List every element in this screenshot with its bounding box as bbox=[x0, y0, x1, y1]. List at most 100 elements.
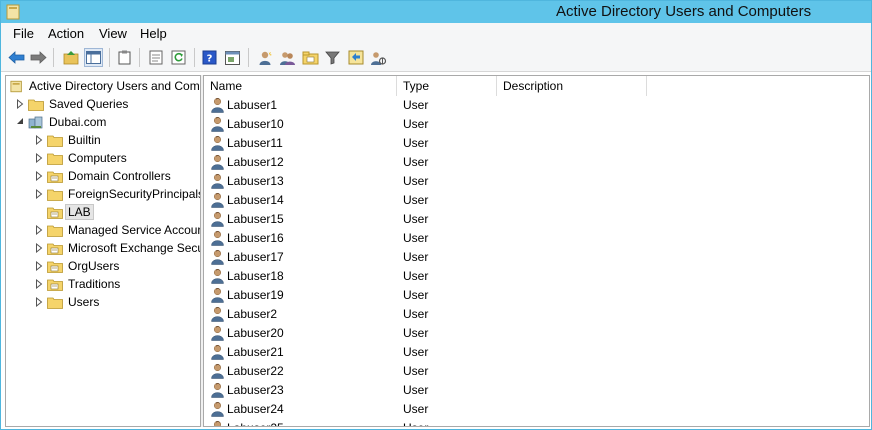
list-item[interactable]: Labuser21 User bbox=[204, 343, 864, 362]
console-icon[interactable] bbox=[223, 48, 242, 67]
details-list[interactable]: Name Type Description Labuser1 User Labuse… bbox=[204, 75, 870, 427]
user-icon bbox=[211, 306, 224, 322]
forward-arrow-icon[interactable] bbox=[29, 48, 48, 67]
tree-item[interactable]: Traditions bbox=[47, 275, 120, 293]
tree-expand-arrow-icon[interactable] bbox=[35, 224, 43, 236]
column-header-name[interactable]: Name bbox=[204, 76, 397, 96]
list-item[interactable]: Labuser15 User bbox=[204, 210, 864, 229]
list-item[interactable]: Labuser24 User bbox=[204, 400, 864, 419]
user-icon bbox=[211, 382, 224, 398]
object-type: User bbox=[403, 136, 429, 150]
new-group-icon[interactable] bbox=[278, 48, 297, 67]
ou-folder-icon bbox=[47, 207, 63, 219]
menu-bar: File Action View Help bbox=[1, 23, 871, 43]
tree-item[interactable]: Computers bbox=[47, 149, 127, 167]
domain-icon bbox=[28, 116, 43, 128]
console-tree[interactable]: Active Directory Users and Com Saved Que… bbox=[5, 75, 200, 427]
list-item[interactable]: Labuser20 User bbox=[204, 324, 864, 343]
tree-item[interactable]: Managed Service Accour bbox=[47, 221, 200, 239]
list-item[interactable]: Labuser16 User bbox=[204, 229, 864, 248]
tree-item[interactable]: Saved Queries bbox=[28, 95, 128, 113]
column-header-type[interactable]: Type bbox=[397, 76, 497, 96]
help-icon[interactable]: ? bbox=[200, 48, 219, 67]
list-item[interactable]: Labuser2 User bbox=[204, 305, 864, 324]
add-to-group-icon[interactable] bbox=[346, 48, 365, 67]
list-item[interactable]: Labuser22 User bbox=[204, 362, 864, 381]
properties-icon[interactable] bbox=[146, 48, 165, 67]
show-hide-tree-icon[interactable] bbox=[84, 48, 103, 67]
folder-icon bbox=[28, 99, 44, 111]
list-item[interactable]: Labuser10 User bbox=[204, 115, 864, 134]
menu-action[interactable]: Action bbox=[48, 26, 84, 41]
tree-expand-arrow-icon[interactable] bbox=[16, 98, 24, 110]
new-ou-icon[interactable] bbox=[301, 48, 320, 67]
ou-folder-icon bbox=[47, 279, 63, 291]
tree-item-label: OrgUsers bbox=[68, 259, 120, 273]
list-item[interactable]: Labuser13 User bbox=[204, 172, 864, 191]
object-type: User bbox=[403, 402, 429, 416]
ou-folder-icon bbox=[47, 261, 63, 273]
new-user-icon[interactable] bbox=[255, 48, 274, 67]
user-name: Labuser15 bbox=[227, 212, 284, 226]
window-title: Active Directory Users and Computers bbox=[556, 3, 812, 20]
list-item[interactable]: Labuser25 User bbox=[204, 419, 864, 426]
object-type: User bbox=[403, 269, 429, 283]
user-name: Labuser17 bbox=[227, 250, 284, 264]
folder-icon bbox=[47, 189, 63, 201]
tree-item-label: ForeignSecurityPrincipals bbox=[68, 187, 200, 201]
tree-item[interactable]: LAB bbox=[47, 203, 94, 221]
tree-item[interactable]: OrgUsers bbox=[47, 257, 119, 275]
user-icon bbox=[211, 135, 224, 151]
delegate-icon[interactable] bbox=[369, 48, 388, 67]
snapin-icon bbox=[10, 80, 22, 92]
menu-view[interactable]: View bbox=[99, 26, 127, 41]
tree-item[interactable]: Domain Controllers bbox=[47, 167, 171, 185]
tree-item-label: Saved Queries bbox=[49, 97, 129, 111]
object-type: User bbox=[403, 288, 429, 302]
tree-item[interactable]: Users bbox=[47, 293, 99, 311]
tree-expand-arrow-icon[interactable] bbox=[35, 296, 43, 308]
filter-icon[interactable] bbox=[323, 48, 342, 67]
tree-expand-arrow-icon[interactable] bbox=[35, 260, 43, 272]
clipboard-icon[interactable] bbox=[115, 48, 134, 67]
refresh-icon[interactable] bbox=[169, 48, 188, 67]
tree-item-label: Domain Controllers bbox=[68, 169, 171, 183]
back-arrow-icon[interactable] bbox=[7, 48, 26, 67]
title-bar[interactable]: Active Directory Users and Computers bbox=[1, 1, 871, 23]
menu-file[interactable]: File bbox=[13, 26, 34, 41]
tree-item[interactable]: Builtin bbox=[47, 131, 101, 149]
list-item[interactable]: Labuser12 User bbox=[204, 153, 864, 172]
tree-expand-arrow-icon[interactable] bbox=[35, 152, 43, 164]
list-item[interactable]: Labuser11 User bbox=[204, 134, 864, 153]
user-icon bbox=[211, 154, 224, 170]
menu-help[interactable]: Help bbox=[140, 26, 167, 41]
up-folder-icon[interactable] bbox=[61, 48, 80, 67]
list-item[interactable]: Labuser14 User bbox=[204, 191, 864, 210]
tree-expand-arrow-icon[interactable] bbox=[35, 242, 43, 254]
list-item[interactable]: Labuser17 User bbox=[204, 248, 864, 267]
user-name: Labuser20 bbox=[227, 326, 284, 340]
user-icon bbox=[211, 363, 224, 379]
tree-item[interactable]: Microsoft Exchange Secu bbox=[47, 239, 200, 257]
ou-folder-icon bbox=[47, 243, 63, 255]
column-header-description[interactable]: Description bbox=[497, 76, 647, 96]
object-type: User bbox=[403, 155, 429, 169]
tree-collapse-arrow-icon[interactable] bbox=[16, 117, 24, 127]
tree-item-label: Managed Service Accour bbox=[68, 223, 200, 237]
user-icon bbox=[211, 211, 224, 227]
tree-expand-arrow-icon[interactable] bbox=[35, 278, 43, 290]
list-item[interactable]: Labuser23 User bbox=[204, 381, 864, 400]
list-item[interactable]: Labuser18 User bbox=[204, 267, 864, 286]
list-item[interactable]: Labuser19 User bbox=[204, 286, 864, 305]
list-item[interactable]: Labuser1 User bbox=[204, 96, 864, 115]
tree-item-label: Computers bbox=[68, 151, 127, 165]
tree-root[interactable]: Active Directory Users and Com bbox=[10, 77, 200, 95]
tree-item-label: Microsoft Exchange Secu bbox=[68, 241, 200, 255]
tree-expand-arrow-icon[interactable] bbox=[35, 188, 43, 200]
user-icon bbox=[211, 287, 224, 303]
tree-expand-arrow-icon[interactable] bbox=[35, 170, 43, 182]
tree-expand-arrow-icon[interactable] bbox=[35, 134, 43, 146]
tree-item[interactable]: Dubai.com bbox=[28, 113, 106, 131]
user-name: Labuser22 bbox=[227, 364, 284, 378]
tree-item[interactable]: ForeignSecurityPrincipals bbox=[47, 185, 200, 203]
